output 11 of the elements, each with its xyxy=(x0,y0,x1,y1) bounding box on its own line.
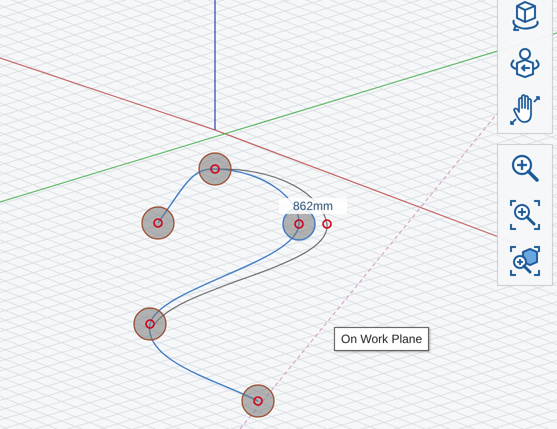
zoom-window-icon xyxy=(508,198,542,232)
zoom-cube-icon xyxy=(508,244,542,278)
person-look-icon xyxy=(508,46,542,80)
control-point[interactable] xyxy=(133,307,167,341)
snap-tooltip: On Work Plane xyxy=(334,327,430,351)
snap-point xyxy=(322,219,332,229)
control-point[interactable] xyxy=(141,206,175,240)
control-point[interactable] xyxy=(241,384,275,418)
hand-icon xyxy=(508,92,542,126)
dimension-label[interactable]: 862mm xyxy=(279,198,347,214)
control-point[interactable] xyxy=(198,152,232,186)
